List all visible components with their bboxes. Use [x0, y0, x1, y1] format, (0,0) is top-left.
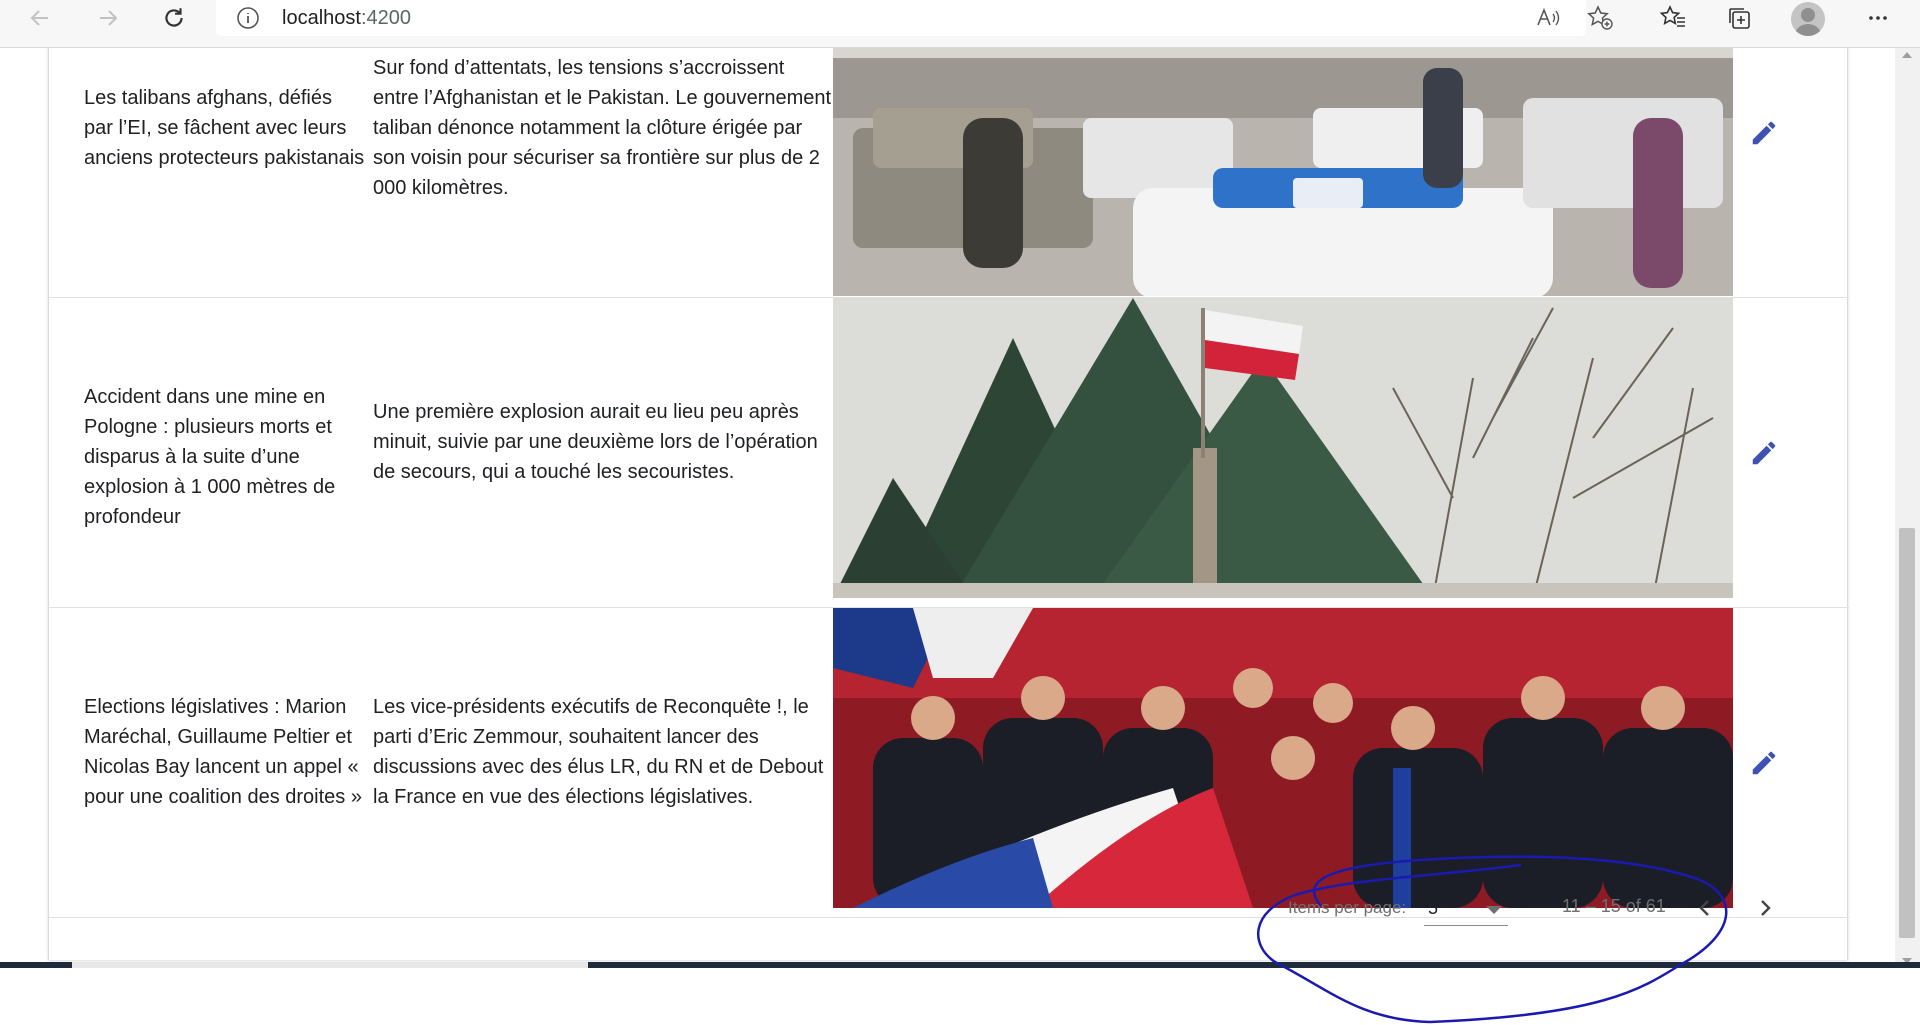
article-image — [833, 298, 1733, 598]
paginator: Items per page: 5 11 – 15 of 61 — [49, 868, 1849, 948]
article-title: Les talibans afghans, défiés par l’EI, s… — [84, 87, 365, 169]
favorites-icon[interactable] — [1655, 2, 1691, 34]
articles-table-card: Les talibans afghans, défiés par l’EI, s… — [48, 48, 1849, 960]
page-viewport: Les talibans afghans, défiés par l’EI, s… — [0, 48, 1895, 968]
edit-icon[interactable] — [1739, 108, 1789, 158]
items-per-page-label: Items per page: — [1288, 898, 1407, 917]
forward-arrow-icon[interactable] — [88, 0, 128, 36]
article-description: Une première explosion aurait eu lieu pe… — [373, 401, 818, 483]
vertical-scrollbar[interactable] — [1895, 48, 1920, 968]
add-favorite-icon[interactable] — [1582, 2, 1618, 34]
article-description: Les vice-présidents exécutifs de Reconqu… — [373, 696, 824, 808]
article-image — [833, 48, 1733, 296]
article-title: Elections législatives : Marion Maréchal… — [84, 696, 362, 808]
address-bar[interactable]: localhost:4200 — [216, 0, 1586, 36]
read-aloud-icon[interactable] — [1530, 2, 1566, 34]
refresh-icon[interactable] — [154, 0, 194, 36]
taskbar-strip — [0, 962, 1920, 968]
collections-icon[interactable] — [1721, 2, 1757, 34]
article-title: Accident dans une mine en Pologne : plus… — [84, 386, 336, 528]
more-options-icon[interactable] — [1860, 2, 1896, 34]
article-description: Sur fond d’attentats, les tensions s’acc… — [373, 57, 832, 199]
page-size-select[interactable]: 5 — [1424, 892, 1508, 926]
address-url: localhost:4200 — [282, 7, 411, 29]
scroll-up-arrow-icon[interactable] — [1902, 52, 1912, 58]
dropdown-arrow-icon — [1486, 906, 1502, 914]
edit-icon[interactable] — [1739, 428, 1789, 478]
edit-icon[interactable] — [1739, 738, 1789, 788]
taskbar-highlight — [72, 962, 588, 968]
back-arrow-icon[interactable] — [20, 0, 60, 36]
scroll-thumb[interactable] — [1899, 528, 1915, 938]
previous-page-button[interactable] — [1683, 886, 1727, 930]
table-row: Accident dans une mine en Pologne : plus… — [49, 298, 1849, 608]
page-range-label: 11 – 15 of 61 — [1562, 896, 1666, 916]
next-page-button[interactable] — [1743, 886, 1787, 930]
profile-avatar[interactable] — [1791, 2, 1825, 36]
page-size-value: 5 — [1428, 898, 1439, 918]
info-icon[interactable] — [236, 6, 260, 30]
table-row: Les talibans afghans, défiés par l’EI, s… — [49, 48, 1849, 298]
browser-toolbar: localhost:4200 — [0, 0, 1920, 48]
article-image — [833, 608, 1733, 908]
